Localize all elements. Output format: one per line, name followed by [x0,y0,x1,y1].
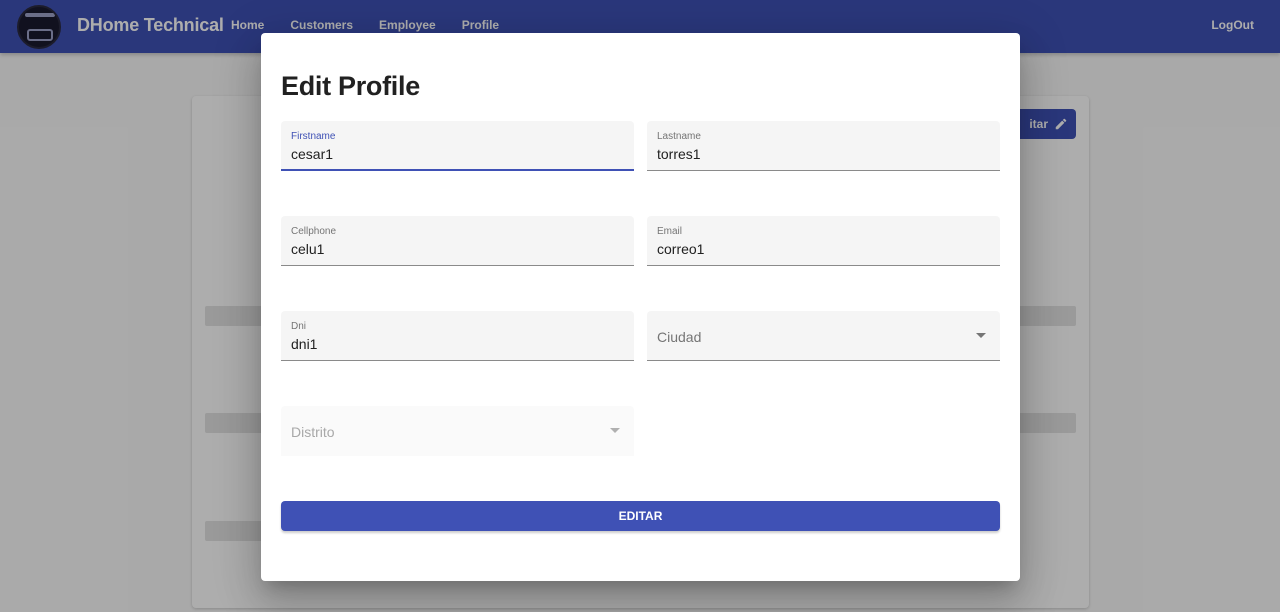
ciudad-placeholder: Ciudad [657,329,702,345]
cellphone-label: Cellphone [291,226,337,237]
editar-button[interactable]: EDITAR [281,501,1000,531]
email-field[interactable]: Email correo1 [647,216,1000,266]
cellphone-field[interactable]: Cellphone celu1 [281,216,634,266]
firstname-field[interactable]: Firstname cesar1 [281,121,634,171]
dni-label: Dni [291,321,307,332]
ciudad-select[interactable]: Ciudad [647,311,1000,361]
lastname-label: Lastname [657,131,701,142]
email-value: correo1 [657,241,705,257]
lastname-field[interactable]: Lastname torres1 [647,121,1000,171]
dni-field[interactable]: Dni dni1 [281,311,634,361]
dialog-title: Edit Profile [281,71,420,101]
lastname-value: torres1 [657,146,701,162]
firstname-label: Firstname [291,131,336,142]
dropdown-arrow-icon [976,333,986,338]
cellphone-value: celu1 [291,241,325,257]
distrito-select: Distrito [281,406,634,456]
distrito-placeholder: Distrito [291,424,335,440]
firstname-value: cesar1 [291,146,334,162]
edit-profile-dialog: Edit Profile Firstname cesar1 Lastname t… [261,33,1020,581]
dni-value: dni1 [291,336,318,352]
email-label: Email [657,226,683,237]
dropdown-arrow-icon [610,428,620,433]
